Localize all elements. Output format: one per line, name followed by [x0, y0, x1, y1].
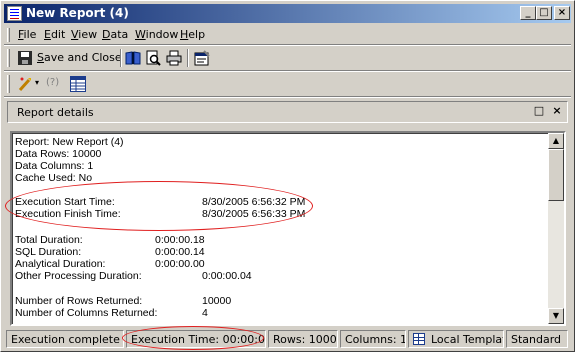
rows-returned-value: 10000 [202, 295, 232, 307]
menu-window[interactable]: Window [135, 28, 178, 41]
window-title: New Report (4) [26, 6, 129, 20]
report-name-line: Report: New Report (4) [15, 136, 124, 148]
save-disk-icon [18, 51, 32, 65]
menu-bar: File Edit View Data Window Help [4, 26, 571, 44]
other-processing-value: 0:00:00.04 [202, 270, 252, 282]
separator [4, 96, 571, 98]
data-rows-line: Data Rows: 10000 [15, 148, 102, 160]
local-template-icon [413, 333, 425, 345]
sql-duration-label: SQL Duration: [15, 246, 82, 258]
panel-title: Report details [17, 106, 94, 119]
print-preview-icon[interactable] [145, 50, 161, 66]
book-icon[interactable] [125, 50, 141, 66]
total-duration-value: 0:00:00.18 [155, 234, 205, 246]
close-button[interactable]: × [554, 6, 570, 20]
toolbar-separator [120, 49, 122, 67]
status-execution-time: Execution Time: 00:00:04 [126, 330, 266, 348]
secondary-toolbar: ▾ (?) [4, 72, 571, 96]
save-accel: S [37, 51, 44, 64]
app-report-icon[interactable] [7, 6, 22, 21]
save-and-close-label: ave and Close [43, 51, 122, 64]
total-duration-label: Total Duration: [15, 234, 83, 246]
pencil-wand-icon[interactable] [17, 76, 33, 92]
report-details-pane[interactable]: Report: New Report (4) Data Rows: 10000 … [10, 131, 566, 326]
report-window: New Report (4) _ □ × File Edit View Data… [0, 0, 575, 352]
status-message: Execution complete [6, 330, 124, 348]
execution-finish-value: 8/30/2005 6:56:33 PM [202, 208, 306, 220]
columns-returned-label: Number of Columns Returned: [15, 307, 158, 319]
status-columns: Columns: 1 [340, 330, 406, 348]
toolbar-grip[interactable] [7, 75, 10, 93]
menu-file[interactable]: File [18, 28, 36, 41]
printer-icon[interactable] [166, 50, 182, 66]
cache-used-line: Cache Used: No [15, 172, 93, 184]
toolbar-separator [187, 49, 189, 67]
sql-duration-value: 0:00:00.14 [155, 246, 205, 258]
menu-help[interactable]: Help [180, 28, 205, 41]
report-details-header: Report details □ × [7, 101, 568, 123]
columns-returned-value: 4 [202, 307, 208, 319]
menu-data[interactable]: Data [102, 28, 128, 41]
vertical-scrollbar[interactable]: ▲ ▼ [548, 133, 564, 324]
menu-edit[interactable]: Edit [44, 28, 65, 41]
scroll-up-icon[interactable]: ▲ [548, 133, 564, 149]
title-bar[interactable]: New Report (4) _ □ × [4, 4, 571, 23]
chevron-down-icon[interactable]: ▾ [35, 78, 43, 94]
rows-returned-label: Number of Rows Returned: [15, 295, 143, 307]
status-template-label: Local Template [431, 333, 503, 346]
minimize-button[interactable]: _ [520, 6, 536, 20]
scroll-down-icon[interactable]: ▼ [548, 308, 564, 324]
grid-view-icon[interactable] [70, 76, 86, 92]
menu-view[interactable]: View [71, 28, 97, 41]
save-and-close-button[interactable]: Save and Close [16, 50, 122, 66]
execution-finish-label: Execution Finish Time: [15, 208, 121, 220]
analytical-duration-label: Analytical Duration: [15, 258, 106, 270]
properties-icon[interactable] [194, 50, 210, 66]
analytical-duration-value: 0:00:00.00 [155, 258, 205, 270]
help-icon[interactable]: (?) [46, 77, 66, 93]
scroll-thumb[interactable] [548, 149, 564, 201]
status-template[interactable]: Local Template [408, 330, 504, 348]
execution-start-label: Execution Start Time: [15, 196, 115, 208]
main-toolbar: Save and Close [4, 46, 571, 70]
status-bar: Execution complete Execution Time: 00:00… [4, 329, 571, 349]
status-mode: Standard [506, 330, 568, 348]
maximize-button[interactable]: □ [536, 6, 552, 20]
other-processing-label: Other Processing Duration: [15, 270, 142, 282]
panel-maximize-button[interactable]: □ [533, 105, 545, 117]
status-rows: Rows: 10000 [268, 330, 338, 348]
data-columns-line: Data Columns: 1 [15, 160, 94, 172]
execution-start-value: 8/30/2005 6:56:32 PM [202, 196, 306, 208]
toolbar-grip[interactable] [7, 49, 10, 67]
menubar-grip[interactable] [7, 28, 10, 42]
panel-close-button[interactable]: × [551, 105, 563, 117]
